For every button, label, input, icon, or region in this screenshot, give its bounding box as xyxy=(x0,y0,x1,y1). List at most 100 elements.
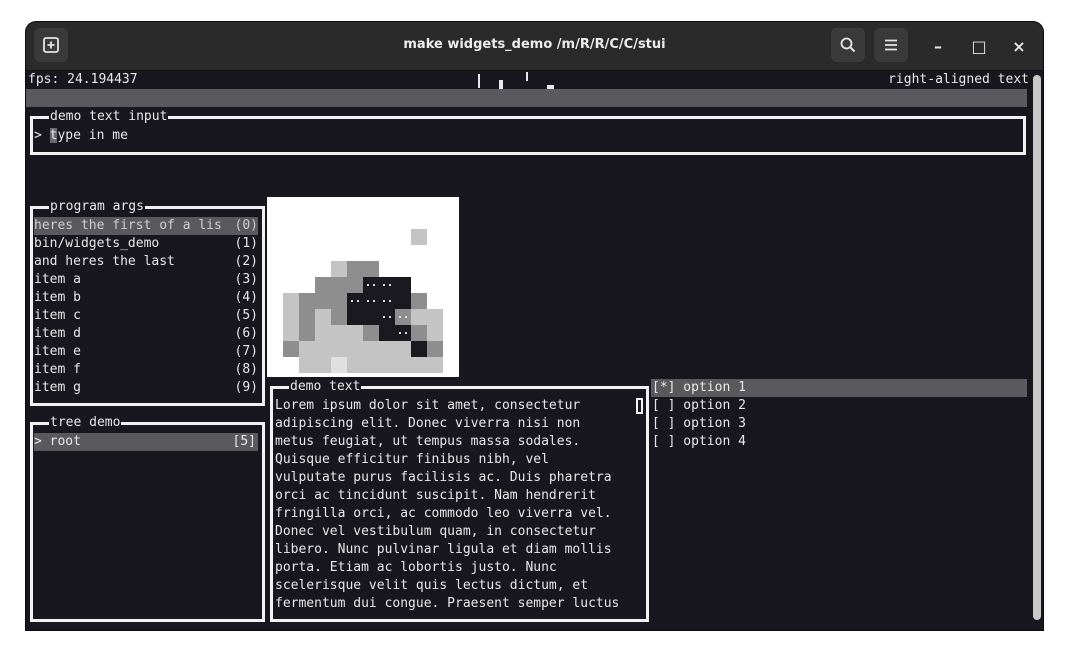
image-pixel xyxy=(379,277,395,293)
option-item[interactable]: [ ] option 4 xyxy=(651,433,1027,451)
image-pixel xyxy=(411,325,427,341)
text-input-title: demo text input xyxy=(49,108,169,126)
program-arg-label: heres the first of a lis xyxy=(34,218,222,233)
image-pixel xyxy=(331,325,347,341)
tree-item-root[interactable]: > root [5] xyxy=(34,433,258,451)
image-pixel xyxy=(363,341,379,357)
image-pixel xyxy=(379,293,395,309)
gauge-mark xyxy=(499,80,503,89)
program-arg-label: item f xyxy=(34,362,81,377)
demo-text-line: libero. Nunc pulvinar ligula et diam mol… xyxy=(275,542,612,557)
image-pixel xyxy=(299,309,315,325)
image-pixel xyxy=(347,293,363,309)
image-dot xyxy=(373,300,375,302)
image-pixel xyxy=(283,341,299,357)
image-dot xyxy=(389,284,391,286)
demo-text-line: fermentum dui congue. Praesent semper lu… xyxy=(275,596,620,611)
image-pixel xyxy=(395,341,411,357)
program-arg-row[interactable]: item b (4) xyxy=(34,289,258,307)
demo-text-content: Lorem ipsum dolor sit amet, consectetur a… xyxy=(275,397,635,613)
program-args-title: program args xyxy=(49,198,145,216)
program-arg-row[interactable]: item c (5) xyxy=(34,307,258,325)
right-aligned-text: right-aligned text xyxy=(888,72,1029,87)
demo-text-line: scelerisque velit quis lectus dictum, et xyxy=(275,578,589,593)
image-pixel xyxy=(363,261,379,277)
terminal-area[interactable]: fps: 24.194437 right-aligned text demo t… xyxy=(26,71,1043,630)
image-pixel xyxy=(299,341,315,357)
program-arg-label: item g xyxy=(34,380,81,395)
image-pixel xyxy=(315,325,331,341)
option-item[interactable]: [*] option 1 xyxy=(651,379,1027,397)
program-arg-row[interactable]: heres the first of a lis (0) xyxy=(34,217,258,235)
program-arg-index: (7) xyxy=(234,344,258,359)
image-dot xyxy=(383,300,385,302)
program-arg-row[interactable]: item d (6) xyxy=(34,325,258,343)
demo-text-line: Lorem ipsum dolor sit amet, consectetur xyxy=(275,398,581,413)
image-dot xyxy=(389,316,391,318)
close-button[interactable]: × xyxy=(1007,34,1031,58)
program-arg-index: (9) xyxy=(234,380,258,395)
image-pixel xyxy=(347,357,363,373)
image-pixel xyxy=(331,309,347,325)
image-pixel xyxy=(363,357,379,373)
demo-text-line: orci ac tincidunt suscipit. Nam hendreri… xyxy=(275,488,596,503)
demo-text-line: Quisque efficitur finibus nibh, vel xyxy=(275,452,549,467)
image-dot xyxy=(399,332,401,334)
status-bar xyxy=(26,89,1027,107)
program-arg-row[interactable]: item e (7) xyxy=(34,343,258,361)
image-pixel xyxy=(331,357,347,373)
demo-text-line: porta. Etiam ac lobortis justo. Nunc xyxy=(275,560,557,575)
image-pixel xyxy=(411,341,427,357)
options-list: [*] option 1[ ] option 2[ ] option 3[ ] … xyxy=(651,379,1027,451)
image-pixel xyxy=(315,341,331,357)
image-pixel xyxy=(283,309,299,325)
image-dot xyxy=(383,284,385,286)
demo-text-line: vulputate purus facilisis ac. Duis phare… xyxy=(275,470,612,485)
image-pixel xyxy=(427,325,443,341)
maximize-icon: □ xyxy=(971,36,987,56)
image-dot xyxy=(405,316,407,318)
program-arg-row[interactable]: item a (3) xyxy=(34,271,258,289)
gauge-mark xyxy=(526,72,528,81)
image-pixel xyxy=(411,229,427,245)
program-arg-index: (6) xyxy=(234,326,258,341)
program-arg-row[interactable]: item g (9) xyxy=(34,379,258,397)
program-arg-label: item e xyxy=(34,344,81,359)
image-pixel xyxy=(363,325,379,341)
text-input-field[interactable]: > type in me xyxy=(34,127,128,145)
menu-button[interactable] xyxy=(874,28,908,62)
input-value: ype in me xyxy=(57,128,128,143)
image-pixel xyxy=(331,293,347,309)
image-dot xyxy=(389,300,391,302)
terminal-scrollbar[interactable] xyxy=(1033,75,1041,620)
image-pixel xyxy=(283,293,299,309)
maximize-button[interactable]: □ xyxy=(967,34,991,58)
image-pixel xyxy=(395,325,411,341)
program-arg-row[interactable]: bin/widgets_demo (1) xyxy=(34,235,258,253)
text-scrollbar[interactable] xyxy=(636,398,643,414)
image-pixel xyxy=(299,357,315,373)
close-icon: × xyxy=(1012,36,1026,56)
program-arg-row[interactable]: item f (8) xyxy=(34,361,258,379)
option-item[interactable]: [ ] option 2 xyxy=(651,397,1027,415)
pixel-art-image xyxy=(267,197,459,377)
program-arg-row[interactable]: and heres the last (2) xyxy=(34,253,258,271)
image-dot xyxy=(405,332,407,334)
image-pixel xyxy=(283,325,299,341)
search-icon xyxy=(840,37,856,53)
image-pixel xyxy=(315,309,331,325)
program-arg-index: (3) xyxy=(234,272,258,287)
option-item[interactable]: [ ] option 3 xyxy=(651,415,1027,433)
image-dot xyxy=(367,284,369,286)
program-arg-label: item c xyxy=(34,308,81,323)
image-dot xyxy=(383,316,385,318)
input-prompt: > xyxy=(34,128,50,143)
image-pixel xyxy=(363,277,379,293)
image-pixel xyxy=(427,309,443,325)
hamburger-menu-icon xyxy=(885,39,897,51)
minimize-button[interactable]: – xyxy=(926,34,950,58)
image-pixel xyxy=(395,277,411,293)
search-button[interactable] xyxy=(831,28,865,62)
image-pixel xyxy=(347,277,363,293)
image-pixel xyxy=(427,357,443,373)
